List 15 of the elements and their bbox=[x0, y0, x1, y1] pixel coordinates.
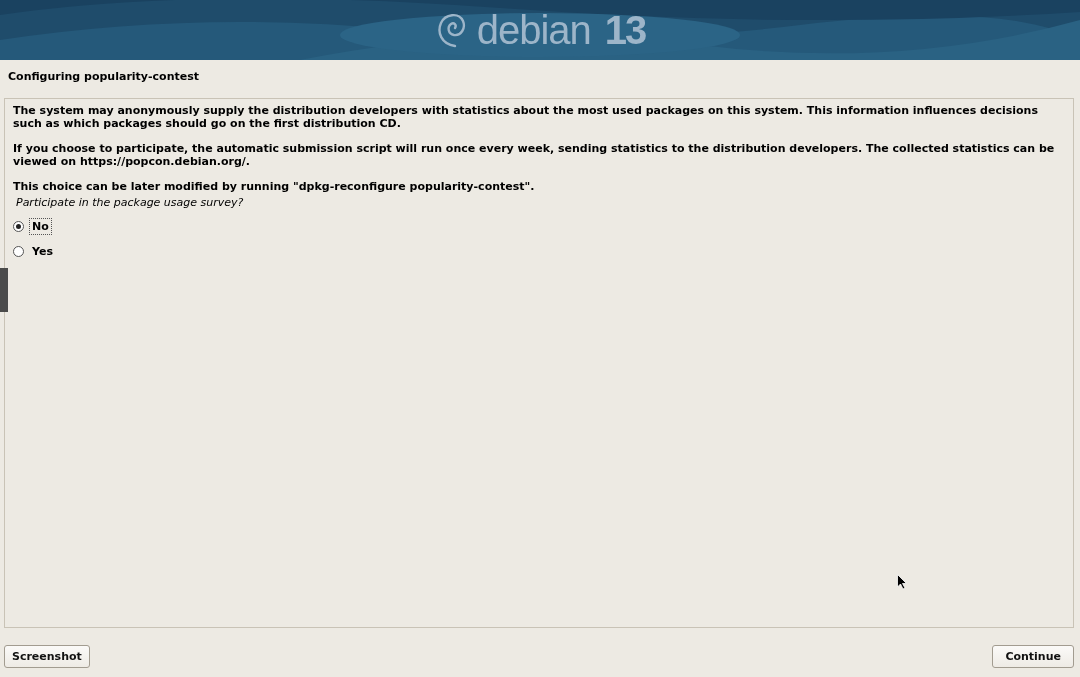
page-title: Configuring popularity-contest bbox=[7, 69, 200, 85]
option-label[interactable]: No bbox=[29, 218, 52, 235]
option-label[interactable]: Yes bbox=[29, 243, 56, 260]
description-text: This choice can be later modified by running "dpkg-reconfigure popularity-contest". bbox=[13, 180, 536, 193]
radio-button[interactable] bbox=[13, 221, 24, 232]
logo-text: debian bbox=[476, 10, 591, 50]
description-text: The system may anonymously supply the distribution developers with statistics about the most used packages on this system. This information influences decisions such as which packages should go on the first distribution CD. bbox=[13, 104, 1039, 130]
version-number: 13 bbox=[604, 10, 646, 50]
radio-button[interactable] bbox=[13, 246, 24, 257]
description-text: If you choose to participate, the automatic submission script will run once every week, sending statistics to the distribution developers. The collected statistics can be viewed on https://popcon.debian.org/. bbox=[13, 142, 1056, 168]
side-handle[interactable] bbox=[0, 268, 8, 312]
question-text: Participate in the package usage survey? bbox=[16, 196, 245, 209]
mouse-cursor-icon bbox=[897, 574, 907, 590]
continue-button[interactable]: Continue bbox=[992, 645, 1074, 668]
screenshot-button[interactable]: Screenshot bbox=[4, 645, 90, 668]
